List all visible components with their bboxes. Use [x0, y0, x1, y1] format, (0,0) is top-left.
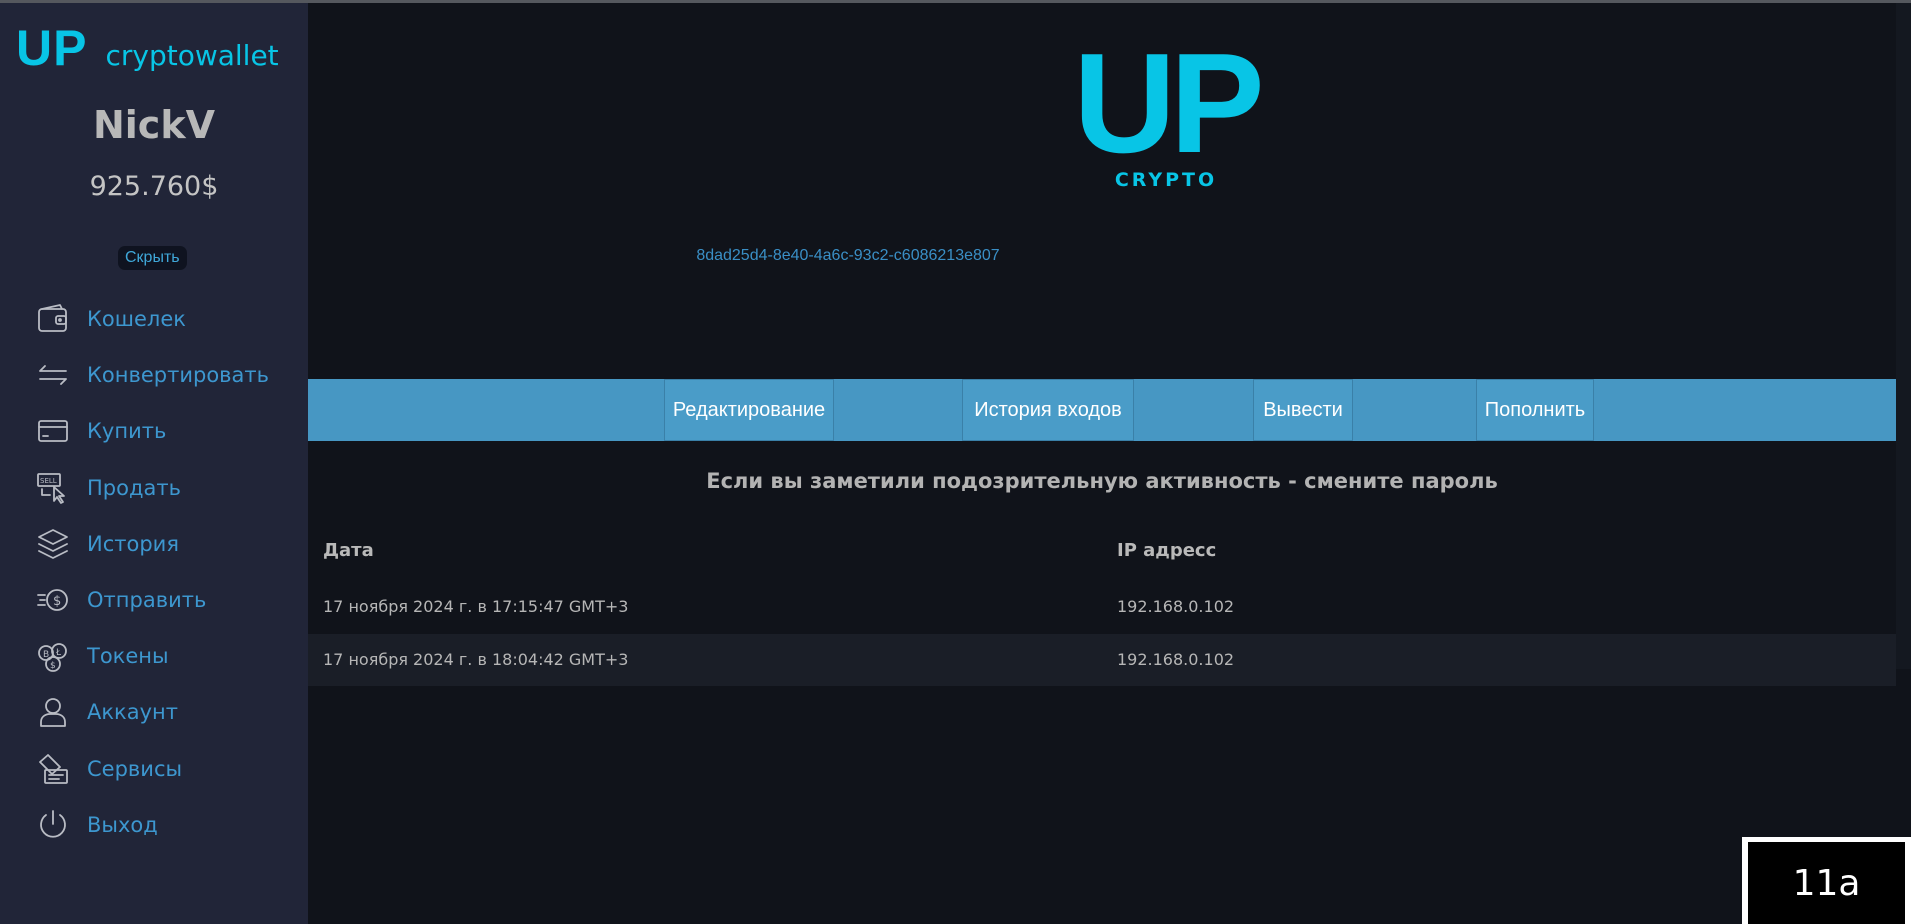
- wallet-icon: [38, 304, 67, 332]
- sidebar-item-label: Выход: [87, 812, 158, 837]
- services-icon: [39, 753, 68, 784]
- brand-mark: UP: [16, 20, 88, 76]
- sidebar-item-label: Отправить: [87, 588, 207, 613]
- tab-bar: Редактирование История входов Вывести По…: [308, 379, 1896, 441]
- brand-logo[interactable]: UP cryptowallet: [16, 19, 279, 77]
- sidebar-item-buy[interactable]: Купить: [36, 403, 269, 459]
- convert-arrows-icon: [39, 365, 67, 386]
- security-warning: Если вы заметили подозрительную активнос…: [706, 469, 1498, 493]
- sidebar-item-label: Сервисы: [87, 756, 183, 781]
- scrollbar[interactable]: [1896, 3, 1911, 669]
- sidebar-item-tokens[interactable]: B Ł $ Токены: [36, 628, 269, 684]
- tab-edit[interactable]: Редактирование: [664, 379, 834, 441]
- tab-deposit[interactable]: Пополнить: [1476, 379, 1594, 441]
- sidebar-item-label: Токены: [87, 644, 169, 669]
- sidebar-item-label: Аккаунт: [87, 700, 178, 725]
- tab-withdraw[interactable]: Вывести: [1253, 379, 1353, 441]
- main-content: UP CRYPTO 8dad25d4-8e40-4a6c-93c2-c60862…: [308, 3, 1896, 924]
- sidebar-item-label: Продать: [87, 475, 181, 500]
- sidebar-item-label: История: [87, 531, 179, 556]
- wallet-id[interactable]: 8dad25d4-8e40-4a6c-93c2-c6086213e807: [0, 247, 1696, 265]
- sidebar-item-wallet[interactable]: Кошелек: [36, 291, 269, 347]
- coins-icon: B Ł $: [38, 643, 67, 673]
- svg-text:SELL: SELL: [40, 477, 57, 485]
- sidebar-item-label: Кошелек: [87, 307, 186, 332]
- card-icon: [38, 420, 68, 443]
- sidebar-item-account[interactable]: Аккаунт: [36, 684, 269, 740]
- login-ip: 192.168.0.102: [1117, 650, 1235, 669]
- svg-text:$: $: [53, 594, 61, 609]
- up-crypto-logo: UP CRYPTO: [1066, 24, 1266, 192]
- sidebar-item-services[interactable]: Сервисы: [36, 741, 269, 797]
- user-icon: [40, 698, 66, 728]
- column-header-ip: IP адресс: [1117, 540, 1217, 561]
- sidebar-item-label: Купить: [87, 419, 167, 444]
- sidebar-item-label: Конвертировать: [87, 363, 270, 388]
- balance: 925.760$: [89, 171, 219, 202]
- layers-icon: [38, 528, 68, 559]
- brand-name: cryptowallet: [105, 39, 279, 72]
- tab-login-history[interactable]: История входов: [962, 379, 1134, 441]
- sidebar-item-send[interactable]: $ Отправить: [36, 572, 269, 628]
- sidebar-item-history[interactable]: История: [36, 516, 269, 572]
- sidebar-item-convert[interactable]: Конвертировать: [36, 347, 269, 403]
- badge-label: 11a: [1748, 842, 1905, 924]
- sell-icon: SELL: [37, 472, 65, 504]
- table-row: 17 ноября 2024 г. в 18:04:42 GMT+3 192.1…: [308, 634, 1896, 686]
- sidebar-item-sell[interactable]: SELL Продать: [36, 460, 269, 516]
- sidebar-nav: Кошелек Конвертировать Купить SELL Прода…: [36, 291, 269, 853]
- login-date: 17 ноября 2024 г. в 17:15:47 GMT+3: [323, 597, 629, 616]
- sidebar-item-logout[interactable]: Выход: [36, 797, 269, 853]
- svg-text:Ł: Ł: [55, 648, 62, 658]
- svg-text:$: $: [50, 661, 56, 671]
- login-date: 17 ноября 2024 г. в 18:04:42 GMT+3: [323, 650, 629, 669]
- logo-mark: UP: [1073, 24, 1264, 183]
- power-icon: [40, 809, 66, 838]
- corner-badge: 11a: [1742, 837, 1911, 924]
- svg-text:B: B: [43, 650, 49, 660]
- column-header-date: Дата: [323, 540, 374, 561]
- login-ip: 192.168.0.102: [1117, 597, 1235, 616]
- sidebar: UP cryptowallet NickV 925.760$ Скрыть Ко…: [0, 3, 308, 924]
- username: NickV: [92, 103, 216, 147]
- table-row: 17 ноября 2024 г. в 17:15:47 GMT+3 192.1…: [308, 581, 1896, 633]
- send-dollar-icon: $: [37, 589, 68, 611]
